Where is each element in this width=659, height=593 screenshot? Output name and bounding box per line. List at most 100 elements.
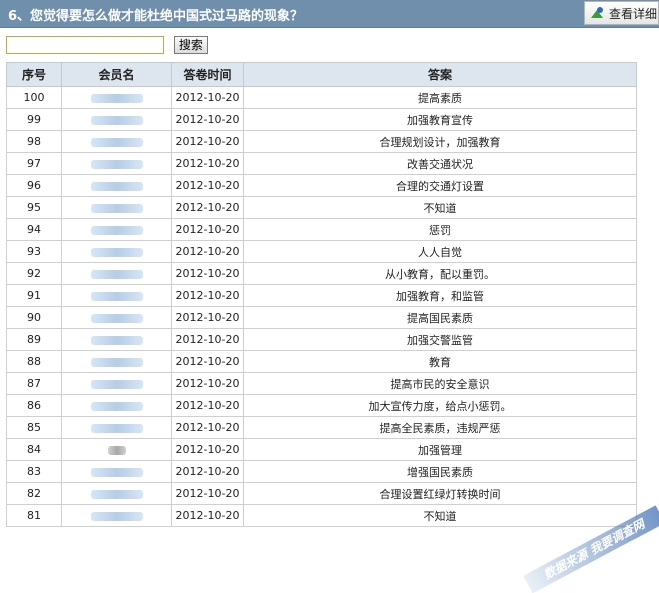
table-row: 93 2012-10-20 人人自觉 — [6, 240, 637, 263]
chart-icon — [591, 7, 603, 18]
cell-member — [61, 460, 172, 483]
cell-id: 92 — [6, 262, 62, 285]
view-details-button[interactable]: 查看详细 — [584, 1, 659, 25]
question-header: 6、您觉得要怎么做才能杜绝中国式过马路的现象？ 查看详细 — [0, 0, 659, 28]
cell-id: 81 — [6, 504, 62, 527]
table-row: 96 2012-10-20 合理的交通灯设置 — [6, 174, 637, 197]
table-row: 87 2012-10-20 提高市民的安全意识 — [6, 372, 637, 395]
blurred-member-name — [90, 489, 143, 499]
cell-member — [61, 482, 172, 505]
blurred-member-name — [90, 203, 143, 213]
cell-id: 99 — [6, 108, 62, 131]
blurred-member-name — [90, 423, 143, 433]
table-header-row: 序号 会员名 答卷时间 答案 — [6, 62, 637, 87]
table-row: 100 2012-10-20 提高素质 — [6, 86, 637, 109]
cell-member — [61, 86, 172, 109]
blurred-member-name — [90, 247, 143, 257]
cell-date: 2012-10-20 — [171, 174, 244, 197]
header-member: 会员名 — [61, 62, 172, 87]
cell-answer: 加强教育宣传 — [243, 108, 637, 131]
cell-date: 2012-10-20 — [171, 460, 244, 483]
cell-member — [61, 240, 172, 263]
blurred-member-name — [90, 511, 143, 521]
table-row: 91 2012-10-20 加强教育，和监管 — [6, 284, 637, 307]
cell-id: 94 — [6, 218, 62, 241]
cell-id: 96 — [6, 174, 62, 197]
cell-member — [61, 306, 172, 329]
cell-date: 2012-10-20 — [171, 350, 244, 373]
table-row: 85 2012-10-20 提高全民素质，违规严惩 — [6, 416, 637, 439]
cell-date: 2012-10-20 — [171, 86, 244, 109]
search-input[interactable] — [6, 36, 164, 54]
cell-id: 88 — [6, 350, 62, 373]
blurred-member-name — [90, 93, 143, 103]
blurred-member-name — [90, 159, 143, 169]
cell-date: 2012-10-20 — [171, 196, 244, 219]
cell-answer: 合理规划设计，加强教育 — [243, 130, 637, 153]
cell-member — [61, 350, 172, 373]
cell-id: 91 — [6, 284, 62, 307]
blurred-member-name — [90, 467, 143, 477]
cell-answer: 不知道 — [243, 504, 637, 527]
cell-answer: 加强交警监管 — [243, 328, 637, 351]
cell-id: 84 — [6, 438, 62, 461]
cell-id: 90 — [6, 306, 62, 329]
cell-member — [61, 152, 172, 175]
cell-date: 2012-10-20 — [171, 240, 244, 263]
view-details-label: 查看详细 — [609, 6, 658, 21]
cell-member — [61, 218, 172, 241]
blurred-member-name — [90, 181, 143, 191]
search-bar: 搜索 — [6, 36, 208, 54]
table-row: 88 2012-10-20 教育 — [6, 350, 637, 373]
cell-answer: 加大宣传力度，给点小惩罚。 — [243, 394, 637, 417]
table-row: 82 2012-10-20 合理设置红绿灯转换时间 — [6, 482, 637, 505]
cell-answer: 加强教育，和监管 — [243, 284, 637, 307]
cell-id: 87 — [6, 372, 62, 395]
cell-member — [61, 174, 172, 197]
answers-table: 序号 会员名 答卷时间 答案 100 2012-10-20 提高素质 99 2012-1… — [6, 62, 637, 527]
cell-member — [61, 416, 172, 439]
table-row: 89 2012-10-20 加强交警监管 — [6, 328, 637, 351]
cell-id: 100 — [6, 86, 62, 109]
table-row: 83 2012-10-20 增强国民素质 — [6, 460, 637, 483]
cell-member — [61, 284, 172, 307]
header-answer: 答案 — [243, 62, 637, 87]
cell-answer: 提高市民的安全意识 — [243, 372, 637, 395]
cell-answer: 不知道 — [243, 196, 637, 219]
cell-id: 85 — [6, 416, 62, 439]
cell-answer: 增强国民素质 — [243, 460, 637, 483]
table-row: 90 2012-10-20 提高国民素质 — [6, 306, 637, 329]
cell-id: 93 — [6, 240, 62, 263]
blurred-member-name — [90, 401, 143, 411]
cell-answer: 改善交通状况 — [243, 152, 637, 175]
cell-id: 95 — [6, 196, 62, 219]
cell-id: 97 — [6, 152, 62, 175]
cell-date: 2012-10-20 — [171, 108, 244, 131]
table-row: 94 2012-10-20 惩罚 — [6, 218, 637, 241]
table-row: 86 2012-10-20 加大宣传力度，给点小惩罚。 — [6, 394, 637, 417]
cell-date: 2012-10-20 — [171, 394, 244, 417]
search-button[interactable]: 搜索 — [173, 36, 208, 54]
table-row: 98 2012-10-20 合理规划设计，加强教育 — [6, 130, 637, 153]
cell-date: 2012-10-20 — [171, 284, 244, 307]
table-row: 92 2012-10-20 从小教育，配以重罚。 — [6, 262, 637, 285]
blurred-member-name — [90, 379, 143, 389]
cell-id: 89 — [6, 328, 62, 351]
cell-answer: 惩罚 — [243, 218, 637, 241]
blurred-member-name — [90, 137, 143, 147]
cell-member — [61, 262, 172, 285]
table-row: 97 2012-10-20 改善交通状况 — [6, 152, 637, 175]
blurred-member-name — [90, 269, 143, 279]
cell-answer: 从小教育，配以重罚。 — [243, 262, 637, 285]
blurred-member-name — [90, 357, 143, 367]
cell-answer: 合理的交通灯设置 — [243, 174, 637, 197]
cell-id: 86 — [6, 394, 62, 417]
cell-member — [61, 504, 172, 527]
cell-member — [61, 394, 172, 417]
cell-id: 82 — [6, 482, 62, 505]
cell-answer: 提高全民素质，违规严惩 — [243, 416, 637, 439]
question-title: 6、您觉得要怎么做才能杜绝中国式过马路的现象？ — [8, 9, 304, 24]
blurred-member-name — [90, 291, 143, 301]
cell-date: 2012-10-20 — [171, 218, 244, 241]
table-row: 99 2012-10-20 加强教育宣传 — [6, 108, 637, 131]
